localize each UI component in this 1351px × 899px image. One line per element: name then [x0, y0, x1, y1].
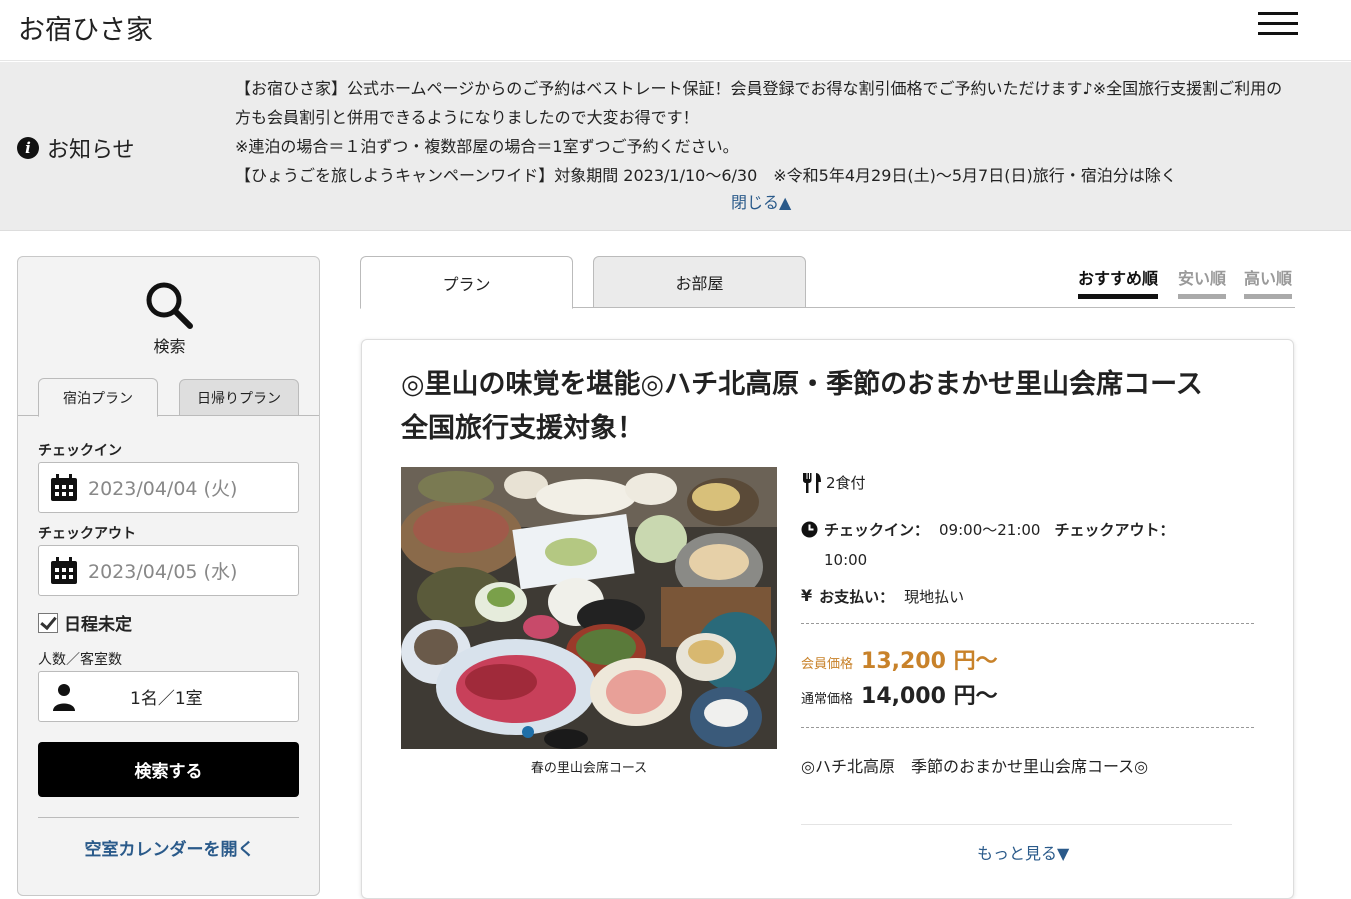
member-price-label: 会員価格 — [801, 657, 854, 672]
yen-icon: ¥ — [801, 586, 813, 605]
sort-cheapest[interactable]: 安い順 — [1178, 265, 1227, 299]
checkin-checkout-info: チェックイン： 09:00～21:00 チェックアウト： 10:00 — [801, 515, 1221, 575]
checkout-value: 2023/04/05 (水) — [88, 561, 238, 583]
checkin-value: 2023/04/04 (火) — [88, 478, 238, 500]
search-icon — [146, 282, 193, 329]
clock-icon — [801, 521, 818, 538]
plan-card: ◎里山の味覚を堪能◎ハチ北高原・季節のおまかせ里山会席コース 全国旅行支援対象！ — [361, 339, 1294, 899]
payment-label: お支払い： — [819, 588, 895, 606]
notice-line: 【お宿ひさ家】公式ホームページからのご予約はベストレート保証！会員登録でお得な割… — [235, 79, 1283, 127]
member-price-value: 13,200 円～ — [861, 649, 998, 674]
checkin-time-label: チェックイン： — [824, 521, 930, 539]
guests-field[interactable]: 1名／1室 — [38, 671, 299, 722]
payment-info: ¥ お支払い： 現地払い — [801, 586, 964, 607]
checkout-time-value: 10:00 — [824, 551, 868, 569]
site-title[interactable]: お宿ひさ家 — [18, 8, 153, 47]
photo-caption: 春の里山会席コース — [530, 761, 648, 776]
site-header: お宿ひさ家 — [0, 0, 1351, 61]
meals-value: 2食付 — [826, 474, 866, 492]
plan-title[interactable]: ◎里山の味覚を堪能◎ハチ北高原・季節のおまかせ里山会席コース 全国旅行支援対象！ — [401, 363, 1251, 451]
show-more-link[interactable]: もっと見る▼ — [977, 840, 1069, 864]
checkout-field[interactable]: 2023/04/05 (水) — [38, 545, 299, 596]
notice-line: ※連泊の場合＝１泊ずつ・複数部屋の場合＝1室ずつご予約ください。 — [235, 137, 739, 156]
open-calendar-link[interactable]: 空室カレンダーを開く — [18, 835, 321, 860]
divider — [38, 817, 299, 818]
sort-recommended[interactable]: おすすめ順 — [1078, 265, 1159, 299]
search-submit-button[interactable]: 検索する — [38, 742, 299, 797]
guests-value: 1名／1室 — [130, 689, 203, 709]
regular-price-value: 14,000 円～ — [861, 684, 998, 709]
regular-price-label: 通常価格 — [801, 692, 854, 707]
person-icon — [53, 683, 75, 711]
hamburger-menu-icon[interactable] — [1258, 12, 1298, 38]
notice-line: 【ひょうごを旅しようキャンペーンワイド】対象期間 2023/1/10～6/30 … — [235, 166, 1177, 185]
calendar-icon — [51, 556, 77, 584]
notice-banner: i お知らせ 【お宿ひさ家】公式ホームページからのご予約はベストレート保証！会員… — [0, 62, 1351, 231]
payment-value: 現地払い — [904, 588, 965, 606]
notice-label: i お知らせ — [17, 132, 135, 164]
sort-expensive[interactable]: 高い順 — [1244, 265, 1293, 299]
notice-label-text: お知らせ — [47, 138, 135, 163]
checkin-label: チェックイン — [38, 443, 122, 459]
checkout-label: チェックアウト — [38, 526, 136, 542]
search-heading: 検索 — [153, 337, 186, 356]
info-icon: i — [17, 137, 39, 159]
plan-photo[interactable] — [401, 467, 777, 749]
plan-type-tabs: 宿泊プラン 日帰りプラン — [18, 378, 319, 417]
search-panel: 検索 宿泊プラン 日帰りプラン チェックイン 2023/04/04 (火) チェ… — [17, 256, 320, 896]
notice-close-link[interactable]: 閉じる▲ — [731, 189, 791, 213]
undecided-label: 日程未定 — [64, 615, 132, 635]
undecided-checkbox[interactable] — [38, 612, 58, 633]
guests-label: 人数／客室数 — [38, 652, 122, 668]
fork-knife-icon — [803, 473, 821, 493]
meals-info: 2食付 — [801, 472, 866, 494]
checkin-time-value: 09:00～21:00 — [939, 521, 1041, 539]
plan-description: ◎ハチ北高原 季節のおまかせ里山会席コース◎ — [801, 757, 1149, 776]
notice-text: 【お宿ひさ家】公式ホームページからのご予約はベストレート保証！会員登録でお得な割… — [235, 74, 1295, 190]
tab-room[interactable]: お部屋 — [593, 256, 806, 308]
regular-price-row: 通常価格 14,000 円～ — [801, 678, 998, 710]
dashed-divider — [801, 623, 1254, 624]
tab-stay-plan[interactable]: 宿泊プラン — [38, 378, 158, 417]
undecided-checkbox-row[interactable]: 日程未定 — [38, 610, 132, 635]
member-price-row: 会員価格 13,200 円～ — [801, 643, 998, 675]
tab-day-plan[interactable]: 日帰りプラン — [179, 379, 299, 416]
tab-plan[interactable]: プラン — [360, 256, 573, 309]
calendar-icon — [51, 473, 77, 501]
dashed-divider — [801, 727, 1254, 728]
divider — [801, 824, 1232, 825]
checkout-time-label: チェックアウト： — [1054, 521, 1175, 539]
checkin-field[interactable]: 2023/04/04 (火) — [38, 462, 299, 513]
